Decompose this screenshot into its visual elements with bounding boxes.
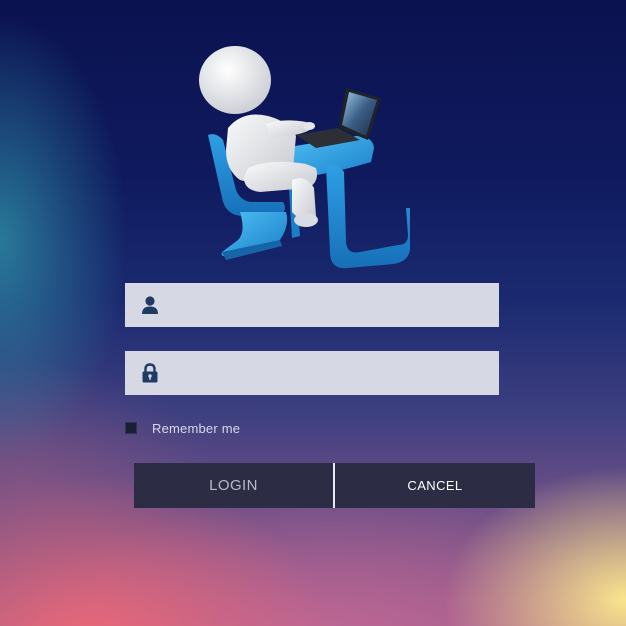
username-field[interactable] bbox=[125, 283, 499, 327]
login-button[interactable]: LOGIN bbox=[134, 463, 333, 508]
password-field[interactable] bbox=[125, 351, 499, 395]
cancel-button-label: CANCEL bbox=[407, 478, 463, 493]
login-screen: Remember me LOGIN CANCEL bbox=[0, 0, 626, 626]
remember-me-row: Remember me bbox=[125, 421, 240, 436]
person-at-laptop-illustration bbox=[188, 40, 418, 275]
cancel-button[interactable]: CANCEL bbox=[335, 463, 535, 508]
login-button-label: LOGIN bbox=[209, 477, 258, 494]
username-input[interactable] bbox=[175, 283, 499, 327]
user-icon bbox=[125, 283, 175, 327]
lock-icon bbox=[125, 351, 175, 395]
remember-me-checkbox[interactable] bbox=[125, 422, 137, 434]
password-input[interactable] bbox=[175, 351, 499, 395]
remember-me-label[interactable]: Remember me bbox=[152, 421, 240, 436]
